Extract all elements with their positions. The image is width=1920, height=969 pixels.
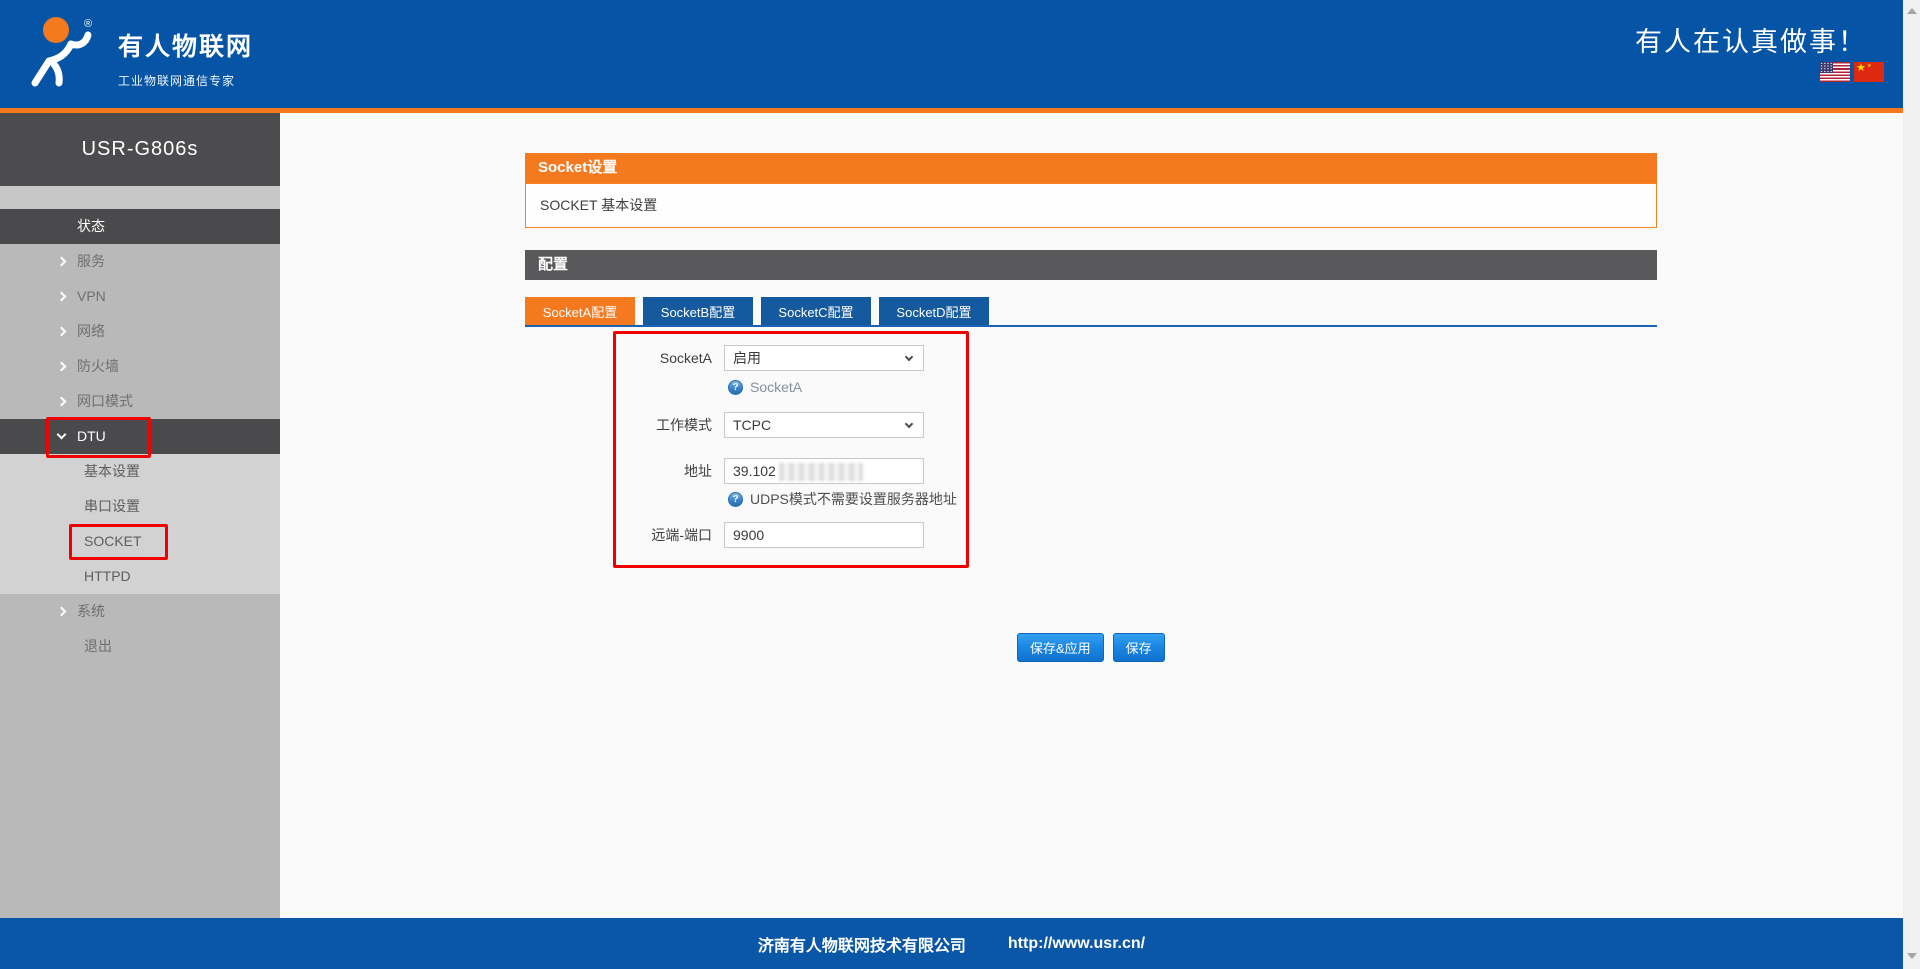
socket-tabs: SocketA配置 SocketB配置 SocketC配置 SocketD配置	[525, 297, 989, 325]
sidebar-item-firewall[interactable]: 防火墙	[0, 349, 280, 384]
sidebar-item-logout[interactable]: 退出	[0, 629, 280, 664]
sidebar-item-serial-settings[interactable]: 串口设置	[0, 489, 280, 524]
brand-logo: ®	[24, 13, 108, 95]
page-title: Socket设置	[525, 153, 1657, 183]
scroll-up-icon[interactable]	[1907, 8, 1917, 14]
chevron-right-icon	[56, 256, 67, 267]
socketa-help: ? SocketA	[728, 379, 802, 395]
chevron-right-icon	[56, 291, 67, 302]
top-header: ® 有人物联网 工业物联网通信专家 有人在认真做事！ ★	[0, 0, 1903, 108]
port-label: 远端-端口	[651, 527, 712, 543]
help-icon[interactable]: ?	[728, 379, 743, 395]
registered-mark-icon: ®	[84, 18, 92, 30]
sidebar-item-system[interactable]: 系统	[0, 594, 280, 629]
device-name: USR-G806s	[0, 113, 280, 186]
main-content: Socket设置 SOCKET 基本设置 配置 SocketA配置 Socket…	[525, 153, 1657, 773]
footer-link[interactable]: http://www.usr.cn/	[1008, 935, 1145, 953]
address-input[interactable]: 39.102	[724, 458, 924, 484]
sidebar-item-basic-settings[interactable]: 基本设置	[0, 454, 280, 489]
footer-company: 济南有人物联网技术有限公司	[757, 937, 966, 955]
sidebar-item-socket[interactable]: SOCKET	[0, 524, 280, 559]
footer: 济南有人物联网技术有限公司 http://www.usr.cn/	[0, 918, 1903, 969]
sidebar-item-network[interactable]: 网络	[0, 314, 280, 349]
chevron-down-icon	[56, 429, 67, 440]
sidebar-item-services[interactable]: 服务	[0, 244, 280, 279]
scrollbar[interactable]	[1903, 0, 1920, 969]
page-subtitle: SOCKET 基本设置	[525, 183, 1657, 228]
help-icon[interactable]: ?	[728, 491, 743, 507]
us-flag-icon[interactable]	[1820, 62, 1850, 82]
chevron-right-icon	[56, 606, 67, 617]
redacted-blur-patch	[779, 463, 863, 481]
scroll-down-icon[interactable]	[1907, 953, 1917, 959]
button-row: 保存&应用 保存	[1017, 633, 1165, 662]
workmode-label: 工作模式	[656, 417, 712, 433]
socketa-label: SocketA	[659, 350, 712, 366]
page-root: ® 有人物联网 工业物联网通信专家 有人在认真做事！ ★ USR-G806s 状…	[0, 0, 1920, 969]
save-apply-button[interactable]: 保存&应用	[1017, 633, 1104, 662]
sidebar-divider	[0, 186, 280, 209]
tab-socket-d[interactable]: SocketD配置	[879, 297, 989, 325]
address-label: 地址	[684, 463, 712, 479]
workmode-select[interactable]: TCPC	[724, 412, 924, 438]
sidebar-item-port-mode[interactable]: 网口模式	[0, 384, 280, 419]
header-slogan: 有人在认真做事！	[1635, 27, 1867, 57]
chevron-right-icon	[56, 396, 67, 407]
language-flags: ★	[1820, 62, 1884, 82]
save-button[interactable]: 保存	[1112, 633, 1165, 662]
header-accent-line	[0, 108, 1903, 113]
sidebar-item-status[interactable]: 状态	[0, 209, 280, 244]
tab-socket-c[interactable]: SocketC配置	[761, 297, 871, 325]
tab-socket-b[interactable]: SocketB配置	[643, 297, 753, 325]
china-flag-icon[interactable]: ★	[1854, 62, 1884, 82]
dropdown-caret-icon	[904, 352, 914, 362]
tab-underline	[525, 325, 1657, 327]
running-person-logo-icon: ®	[31, 17, 92, 87]
sidebar-item-vpn[interactable]: VPN	[0, 279, 280, 314]
dropdown-caret-icon	[904, 419, 914, 429]
tab-socket-a[interactable]: SocketA配置	[525, 297, 635, 325]
section-title: 配置	[525, 250, 1657, 280]
brand-text: 有人物联网 工业物联网通信专家	[118, 27, 253, 89]
brand-slogan: 工业物联网通信专家	[118, 74, 236, 88]
cn-star-icon: ★	[1856, 62, 1866, 74]
sidebar-item-dtu[interactable]: DTU	[0, 419, 280, 454]
sidebar: USR-G806s 状态 服务 VPN 网络 防火墙 网口模式 DTU 基本设置…	[0, 113, 280, 918]
brand-title: 有人物联网	[118, 33, 254, 61]
chevron-right-icon	[56, 326, 67, 337]
socketa-select[interactable]: 启用	[724, 345, 924, 371]
port-input[interactable]	[724, 522, 924, 548]
chevron-right-icon	[56, 361, 67, 372]
address-help: ? UDPS模式不需要设置服务器地址	[728, 491, 957, 507]
sidebar-item-httpd[interactable]: HTTPD	[0, 559, 280, 594]
